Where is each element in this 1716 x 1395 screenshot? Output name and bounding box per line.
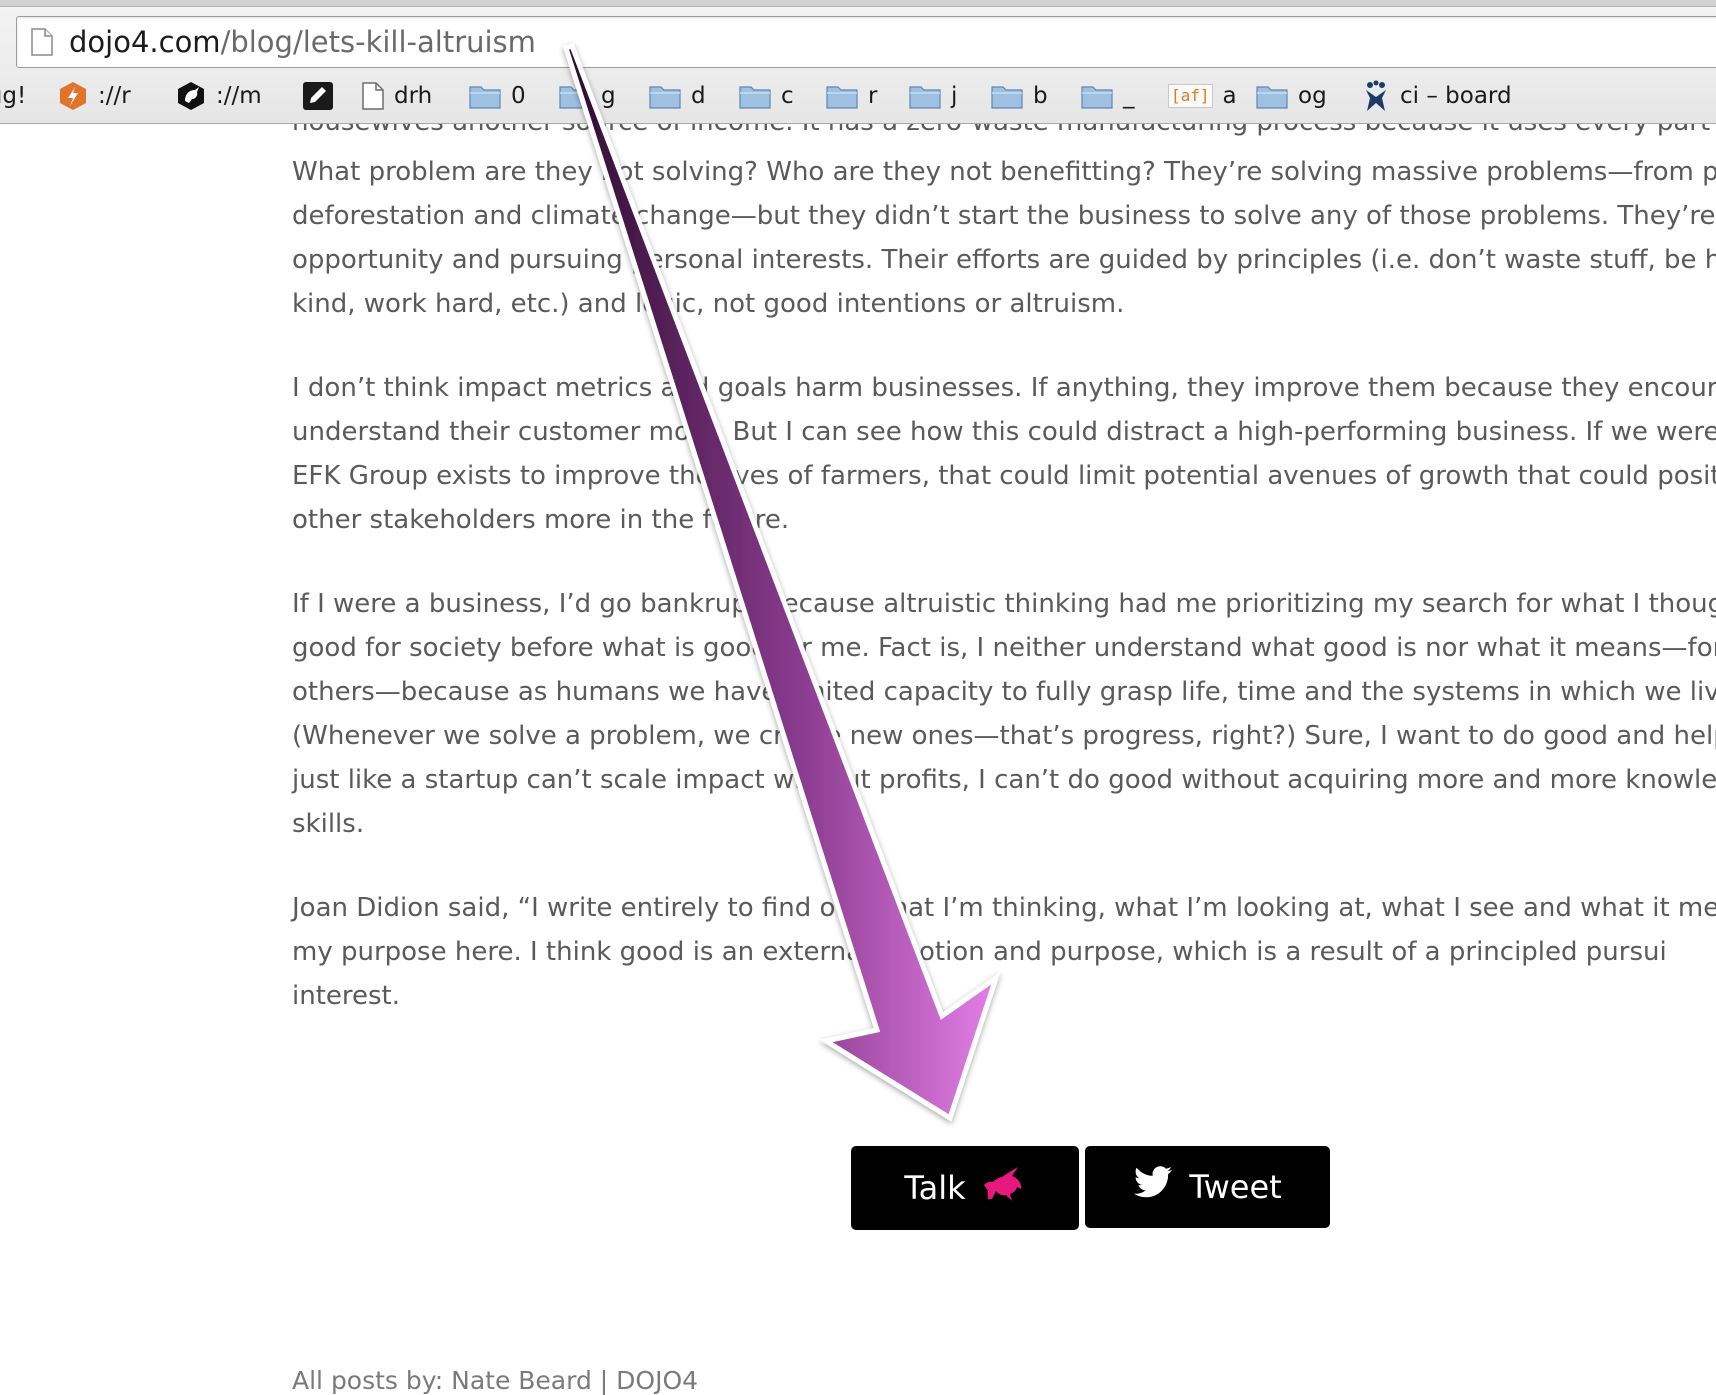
url-host: dojo4.com	[69, 25, 221, 59]
footer-text: All posts by: Nate Beard | DOJO4	[292, 1366, 699, 1395]
text-line: just like a startup can’t scale impact w…	[292, 765, 1716, 795]
bookmark-label: g	[601, 83, 616, 109]
bookmark-label: d	[691, 83, 706, 109]
folder-icon	[559, 83, 591, 109]
text-line: good for society before what is good for…	[292, 633, 1716, 663]
bookmark-label: _	[1123, 83, 1135, 109]
bookmark-label: ci – board	[1400, 83, 1512, 109]
tweet-label: Tweet	[1189, 1168, 1282, 1206]
af-badge-icon: [af]	[1168, 84, 1213, 108]
bookmark-label: 0	[511, 83, 526, 109]
jenkins-icon	[1362, 80, 1390, 112]
address-bar[interactable]: dojo4.com/blog/lets-kill-altruism	[16, 16, 1716, 68]
bookmark-folder[interactable]: b	[991, 76, 1048, 116]
bookmark-item[interactable]	[302, 76, 344, 116]
article-paragraph-2: I don’t think impact metrics and goals h…	[292, 366, 1716, 542]
unicorn-badge-icon	[176, 81, 206, 111]
bookmark-folder[interactable]: 0	[469, 76, 526, 116]
url-text[interactable]: dojo4.com/blog/lets-kill-altruism	[69, 26, 536, 58]
bookmark-label: drh	[394, 83, 433, 109]
text-line: others—because as humans we have limited…	[292, 677, 1716, 707]
tab-strip-edge	[0, 0, 1716, 7]
folder-icon	[1256, 83, 1288, 109]
text-line: interest.	[292, 981, 401, 1011]
folder-icon	[469, 83, 501, 109]
unicorn-icon	[982, 1165, 1026, 1211]
bookmark-item[interactable]: [af] a	[1168, 76, 1237, 116]
talk-button[interactable]: Talk	[851, 1146, 1079, 1230]
text-line: understand their customer more. But I ca…	[292, 417, 1716, 447]
pencil-icon	[302, 81, 334, 111]
bookmark-label: a	[1222, 83, 1237, 109]
post-footer: All posts by: Nate Beard | DOJO4	[292, 1366, 698, 1395]
article-paragraph-3: If I were a business, I’d go bankrupt be…	[292, 582, 1716, 846]
text-line: opportunity and pursuing personal intere…	[292, 245, 1716, 275]
text-line: If I were a business, I’d go bankrupt be…	[292, 589, 1716, 619]
text-line: EFK Group exists to improve the lives of…	[292, 461, 1716, 491]
article-paragraph-4: Joan Didion said, “I write entirely to f…	[292, 886, 1716, 1018]
bookmark-label: ://m	[216, 83, 262, 109]
text-line: deforestation and climate change—but the…	[292, 201, 1716, 231]
bookmarks-bar: ıg! ://r ://m	[0, 76, 1716, 116]
text-line: skills.	[292, 809, 365, 839]
bookmark-label: j	[951, 83, 958, 109]
folder-icon	[739, 83, 771, 109]
bookmark-item[interactable]: ıg!	[0, 76, 26, 116]
folder-icon	[649, 83, 681, 109]
bookmark-item[interactable]: ://r	[58, 76, 131, 116]
bookmark-label: c	[781, 83, 794, 109]
folder-icon	[1081, 83, 1113, 109]
bookmark-label: og	[1298, 83, 1327, 109]
bookmark-item[interactable]: ://m	[176, 76, 262, 116]
folder-icon	[991, 83, 1023, 109]
bookmark-folder[interactable]: d	[649, 76, 706, 116]
text-line: my purpose here. I think good is an exte…	[292, 937, 1667, 967]
talk-label: Talk	[904, 1169, 966, 1207]
bookmark-label: r	[868, 83, 878, 109]
folder-icon	[909, 83, 941, 109]
text-line: kind, work hard, etc.) and logic, not go…	[292, 289, 1125, 319]
text-line: Joan Didion said, “I write entirely to f…	[292, 893, 1716, 923]
bookmark-folder[interactable]: c	[739, 76, 794, 116]
bookmark-item[interactable]: ci – board	[1362, 76, 1512, 116]
bookmark-label: ://r	[98, 83, 131, 109]
article-paragraph-1: What problem are they not solving? Who a…	[292, 150, 1716, 326]
text-line: other stakeholders more in the future.	[292, 505, 790, 535]
bookmark-folder[interactable]: og	[1256, 76, 1327, 116]
bookmark-folder[interactable]: j	[909, 76, 957, 116]
page-icon	[362, 82, 384, 110]
tweet-button[interactable]: Tweet	[1085, 1146, 1330, 1228]
text-line: (Whenever we solve a problem, we create …	[292, 721, 1716, 751]
bookmark-folder[interactable]: _	[1081, 76, 1135, 116]
twitter-bird-icon	[1133, 1166, 1173, 1208]
text-line: What problem are they not solving? Who a…	[292, 157, 1716, 187]
bookmark-item[interactable]: drh	[362, 76, 432, 116]
folder-icon	[826, 83, 858, 109]
page-icon	[31, 28, 53, 60]
browser-chrome: dojo4.com/blog/lets-kill-altruism ıg! :/…	[0, 0, 1716, 124]
bookmark-folder[interactable]: r	[826, 76, 877, 116]
url-path: /blog/lets-kill-altruism	[220, 25, 536, 59]
bookmark-label: b	[1033, 83, 1048, 109]
article-body: housewives another source of income. It …	[292, 100, 1716, 1058]
orange-lightning-icon	[58, 81, 88, 111]
bookmark-folder[interactable]: g	[559, 76, 616, 116]
text-line: I don’t think impact metrics and goals h…	[292, 373, 1716, 403]
bookmark-label: ıg!	[0, 83, 27, 109]
